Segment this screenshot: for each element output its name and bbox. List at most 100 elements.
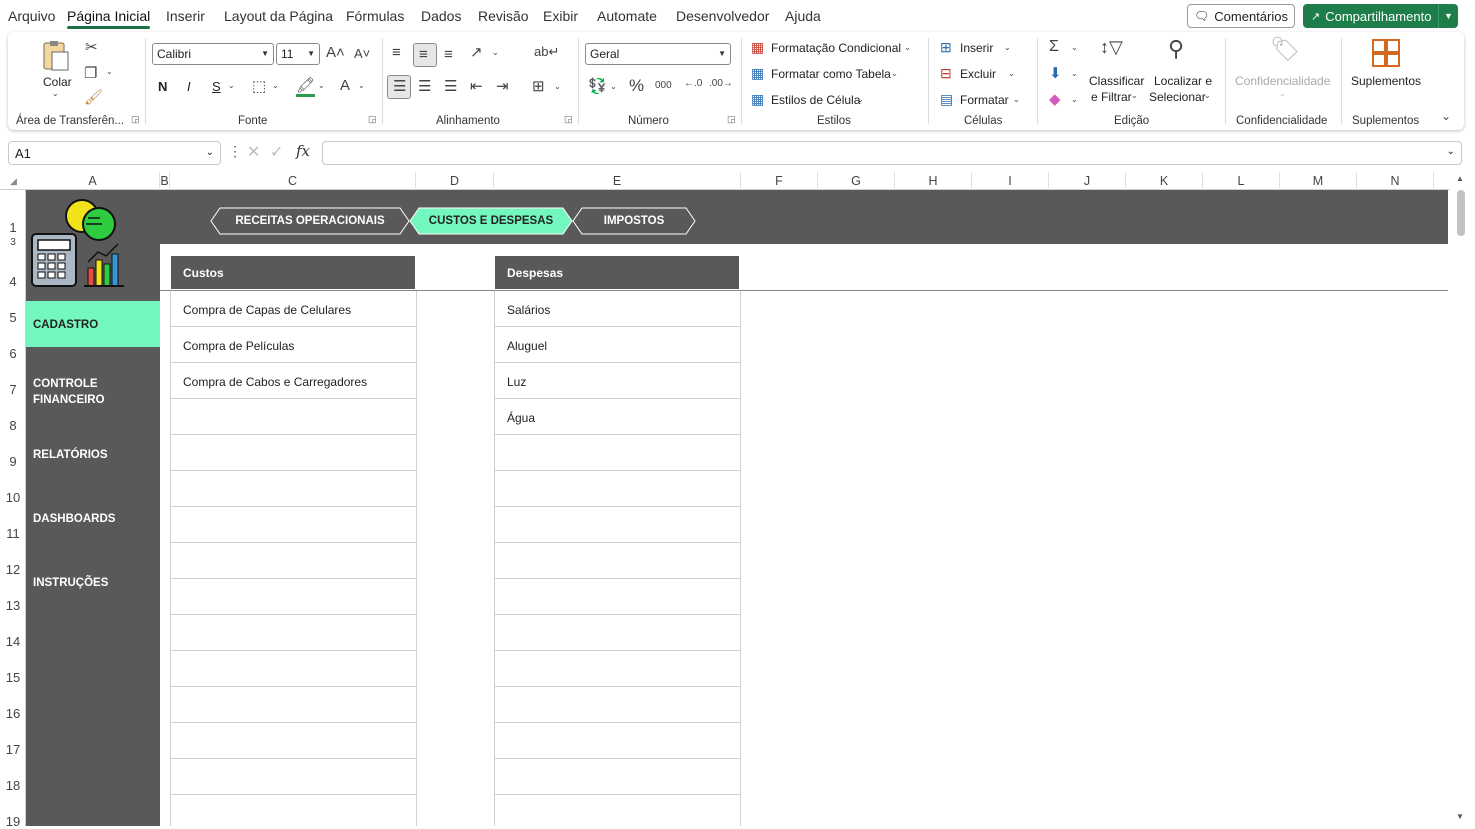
- clipboard-launcher-icon[interactable]: ◲: [131, 114, 140, 125]
- cell-styles-button[interactable]: Estilos de Célula: [771, 93, 860, 107]
- custos-cell-empty[interactable]: [171, 471, 416, 507]
- conditional-format-dropdown-icon[interactable]: ⌄: [904, 44, 911, 52]
- merge-dropdown-icon[interactable]: ⌄: [554, 83, 561, 91]
- shrink-font-icon[interactable]: A˅: [354, 47, 370, 60]
- alignment-launcher-icon[interactable]: ◲: [564, 114, 573, 125]
- font-color-icon[interactable]: A: [340, 78, 350, 93]
- paste-label[interactable]: Colar: [43, 75, 72, 89]
- custos-cell[interactable]: Compra de Cabos e Carregadores: [171, 363, 416, 399]
- merge-center-icon[interactable]: ⊞: [532, 79, 545, 94]
- borders-dropdown-icon[interactable]: ⌄: [272, 82, 279, 90]
- align-bottom-icon[interactable]: ≡: [444, 47, 453, 62]
- scroll-thumb[interactable]: [1457, 190, 1465, 236]
- fill-icon[interactable]: ⬇: [1049, 66, 1062, 81]
- find-select-label-2[interactable]: Selecionar: [1149, 90, 1206, 104]
- font-size-select[interactable]: 11 ▼: [276, 43, 320, 65]
- select-all-icon[interactable]: ◢: [10, 176, 17, 187]
- align-center-icon[interactable]: ☰: [418, 79, 431, 94]
- tab-impostos[interactable]: IMPOSTOS: [572, 207, 696, 235]
- column-header-a[interactable]: A: [26, 172, 160, 190]
- insert-cells-dropdown-icon[interactable]: ⌄: [1004, 44, 1011, 52]
- despesas-cell[interactable]: Salários: [495, 291, 740, 327]
- share-dropdown-icon[interactable]: ▼: [1438, 4, 1458, 28]
- column-header-f[interactable]: F: [741, 172, 818, 190]
- custos-cell-empty[interactable]: [171, 651, 416, 687]
- addins-icon[interactable]: [1372, 39, 1400, 67]
- sort-filter-icon[interactable]: ↕▽: [1100, 38, 1123, 56]
- row-header-11[interactable]: 11: [0, 526, 26, 541]
- custos-cell-empty[interactable]: [171, 543, 416, 579]
- expand-formula-icon[interactable]: ⌄: [1447, 146, 1455, 157]
- find-select-dropdown-icon[interactable]: ⌄: [1204, 92, 1211, 100]
- addins-button[interactable]: Suplementos: [1351, 74, 1421, 88]
- row-header-12[interactable]: 12: [0, 562, 26, 577]
- menu-dados[interactable]: Dados: [421, 8, 461, 24]
- increase-decimal-icon[interactable]: ←.0: [684, 79, 702, 89]
- autosum-icon[interactable]: Σ: [1049, 39, 1059, 55]
- number-format-select[interactable]: Geral ▼: [585, 43, 731, 65]
- conditional-format-button[interactable]: Formatação Condicional: [771, 41, 901, 55]
- row-header-1[interactable]: 1: [0, 220, 26, 235]
- column-header-e[interactable]: E: [494, 172, 741, 190]
- cell-styles-dropdown-icon[interactable]: ⌄: [857, 96, 864, 104]
- font-name-select[interactable]: Calibri ▼: [152, 43, 274, 65]
- align-left-selected[interactable]: ☰: [387, 75, 411, 99]
- nav-dashboards[interactable]: DASHBOARDS: [26, 511, 160, 527]
- fill-dropdown-icon[interactable]: ⌄: [1071, 70, 1078, 78]
- number-launcher-icon[interactable]: ◲: [727, 114, 736, 125]
- format-cells-icon[interactable]: ▤: [940, 92, 953, 106]
- row-header-6[interactable]: 6: [0, 346, 26, 361]
- row-header-7[interactable]: 7: [0, 382, 26, 397]
- decrease-decimal-icon[interactable]: .00→: [709, 79, 733, 89]
- insert-cells-icon[interactable]: ⊞: [940, 40, 952, 54]
- row-header-10[interactable]: 10: [0, 490, 26, 505]
- vertical-scrollbar[interactable]: ▲ ▼: [1452, 172, 1475, 826]
- formula-input[interactable]: ⌄: [322, 141, 1462, 165]
- orientation-dropdown-icon[interactable]: ⌄: [492, 49, 499, 57]
- format-as-table-icon[interactable]: ▦: [751, 66, 764, 80]
- nav-controle-financeiro[interactable]: CONTROLE FINANCEIRO: [26, 376, 160, 408]
- fill-color-dropdown-icon[interactable]: ⌄: [318, 82, 325, 90]
- fill-color-icon[interactable]: 🖍: [296, 78, 316, 97]
- align-middle-selected[interactable]: ≡: [413, 43, 437, 67]
- custos-cell-empty[interactable]: [171, 435, 416, 471]
- row-header-14[interactable]: 14: [0, 634, 26, 649]
- format-as-table-button[interactable]: Formatar como Tabela: [771, 67, 891, 81]
- sort-filter-label-2[interactable]: e Filtrar: [1091, 90, 1132, 104]
- despesas-cell[interactable]: Aluguel: [495, 327, 740, 363]
- despesas-cell-empty[interactable]: [495, 651, 740, 687]
- despesas-cell-empty[interactable]: [495, 795, 740, 826]
- column-header-l[interactable]: L: [1203, 172, 1280, 190]
- underline-button[interactable]: S: [212, 79, 221, 94]
- despesas-cell[interactable]: Luz: [495, 363, 740, 399]
- custos-cell[interactable]: Compra de Películas: [171, 327, 416, 363]
- column-header-m[interactable]: M: [1280, 172, 1357, 190]
- row-header-8[interactable]: 8: [0, 418, 26, 433]
- delete-cells-button[interactable]: Excluir: [960, 67, 996, 81]
- delete-cells-icon[interactable]: ⊟: [940, 66, 952, 80]
- insert-cells-button[interactable]: Inserir: [960, 41, 993, 55]
- paste-icon[interactable]: [40, 40, 70, 72]
- despesas-cell-empty[interactable]: [495, 543, 740, 579]
- format-as-table-dropdown-icon[interactable]: ⌄: [891, 70, 898, 78]
- column-header-d[interactable]: D: [416, 172, 494, 190]
- despesas-cell-empty[interactable]: [495, 579, 740, 615]
- clear-dropdown-icon[interactable]: ⌄: [1071, 96, 1078, 104]
- currency-dropdown-icon[interactable]: ⌄: [610, 83, 617, 91]
- column-header-k[interactable]: K: [1126, 172, 1203, 190]
- copy-dropdown-icon[interactable]: ⌄: [106, 68, 113, 76]
- row-header-4[interactable]: 4: [0, 274, 26, 289]
- grow-font-icon[interactable]: A˄: [326, 45, 345, 60]
- custos-cell-empty[interactable]: [171, 579, 416, 615]
- scroll-down-icon[interactable]: ▼: [1456, 812, 1464, 821]
- despesas-cell-empty[interactable]: [495, 615, 740, 651]
- clear-icon[interactable]: ◆: [1049, 92, 1061, 107]
- font-color-dropdown-icon[interactable]: ⌄: [358, 82, 365, 90]
- nav-instrucoes[interactable]: INSTRUÇÕES: [26, 575, 160, 591]
- column-header-i[interactable]: I: [972, 172, 1049, 190]
- despesas-cell-empty[interactable]: [495, 471, 740, 507]
- row-header-15[interactable]: 15: [0, 670, 26, 685]
- row-header-13[interactable]: 13: [0, 598, 26, 613]
- more-options-icon[interactable]: ⋮: [228, 143, 242, 160]
- insert-function-icon[interactable]: fx: [296, 142, 310, 160]
